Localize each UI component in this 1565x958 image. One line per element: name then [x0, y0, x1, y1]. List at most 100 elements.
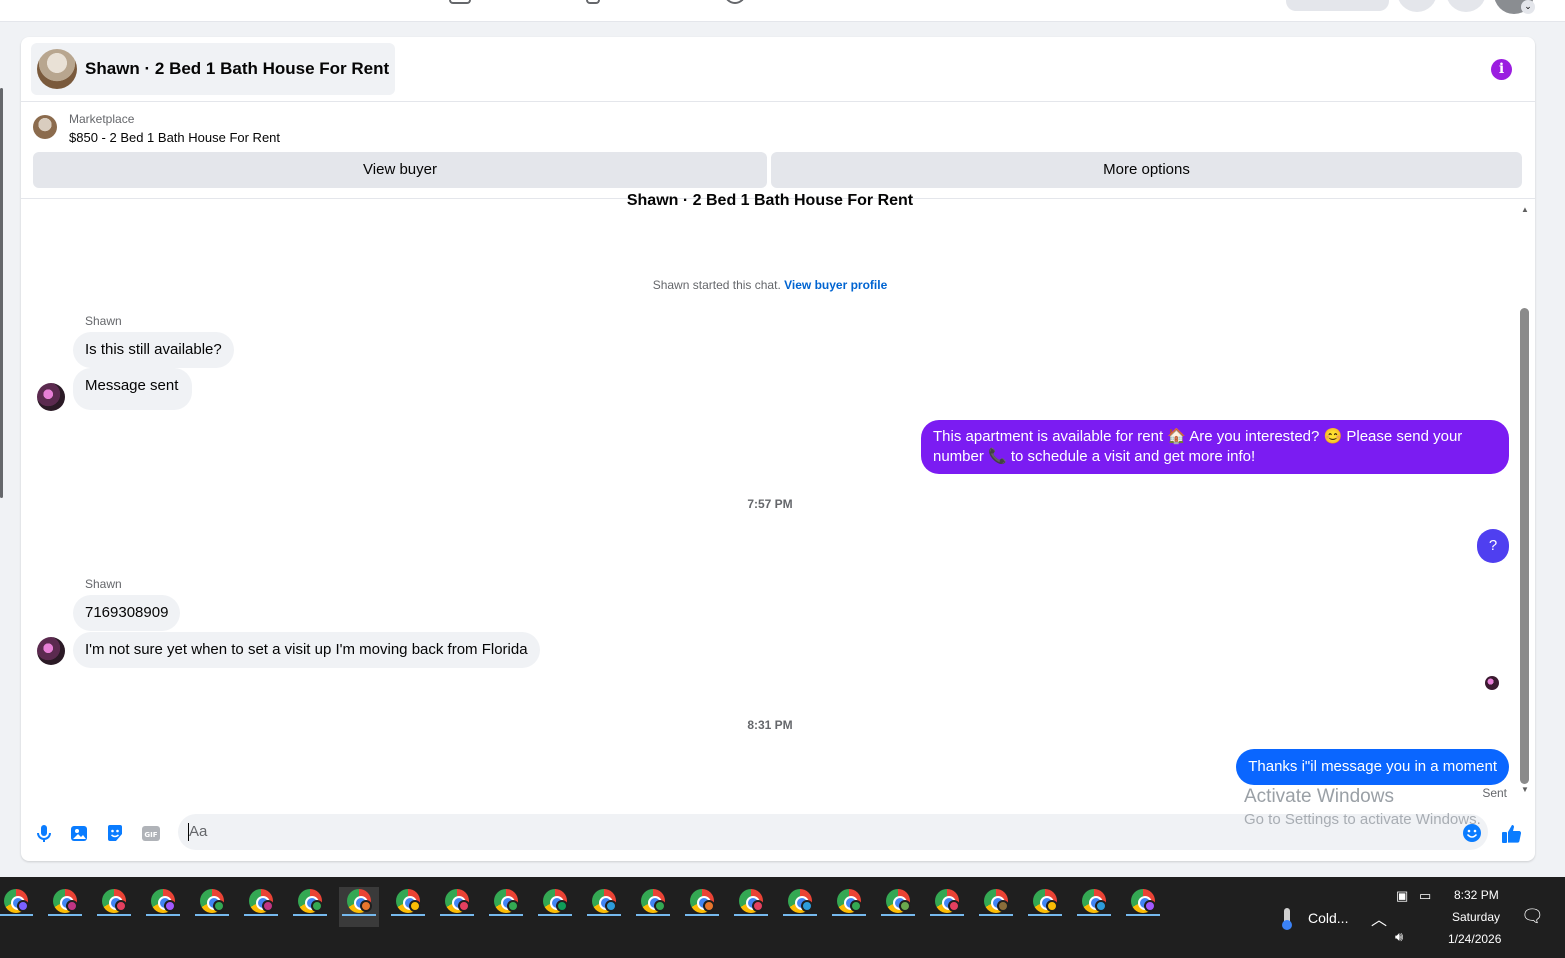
chrome-profile-taskbar-icon[interactable] — [437, 887, 477, 927]
chrome-profile-taskbar-icon[interactable] — [976, 887, 1016, 927]
running-indicator — [538, 914, 572, 916]
chrome-profile-taskbar-icon[interactable] — [682, 887, 722, 927]
clock-day[interactable]: Saturday — [1452, 910, 1500, 924]
listing-thumbnail — [37, 49, 77, 89]
incoming-message[interactable]: Message sent — [73, 368, 193, 410]
chrome-profile-taskbar-icon[interactable] — [878, 887, 918, 927]
like-icon[interactable] — [1501, 823, 1523, 845]
chrome-profile-taskbar-icon[interactable] — [1123, 887, 1163, 927]
incoming-message[interactable]: I'm not sure yet when to set a visit up … — [73, 632, 540, 668]
outgoing-message[interactable]: This apartment is available for rent 🏠 A… — [921, 420, 1509, 474]
info-icon[interactable]: i — [1491, 59, 1512, 80]
chrome-profile-taskbar-icon[interactable] — [731, 887, 771, 927]
running-indicator — [146, 914, 180, 916]
clock-time[interactable]: 8:32 PM — [1454, 888, 1499, 902]
chevron-down-icon[interactable]: ⌄ — [1521, 0, 1535, 14]
profile-badge-icon — [507, 900, 519, 912]
running-indicator — [195, 914, 229, 916]
profile-badge-icon — [66, 900, 78, 912]
microphone-icon[interactable] — [34, 823, 54, 843]
sender-avatar[interactable] — [37, 383, 65, 411]
profile-badge-icon — [1144, 900, 1156, 912]
scroll-up-arrow-icon[interactable]: ▲ — [1521, 205, 1529, 214]
chrome-profile-taskbar-icon[interactable] — [339, 887, 379, 927]
chrome-profile-taskbar-icon[interactable] — [1025, 887, 1065, 927]
profile-badge-icon — [458, 900, 470, 912]
running-indicator — [685, 914, 719, 916]
profile-badge-icon — [948, 900, 960, 912]
listing-thumbnail-small[interactable] — [33, 115, 57, 139]
outgoing-message[interactable]: ? — [1477, 529, 1509, 563]
profile-badge-icon — [213, 900, 225, 912]
find-friends-button[interactable] — [1286, 0, 1389, 11]
chrome-profile-taskbar-icon[interactable] — [486, 887, 526, 927]
running-indicator — [1126, 914, 1160, 916]
incoming-message[interactable]: 7169308909 — [73, 595, 181, 631]
more-options-button[interactable]: More options — [771, 152, 1522, 188]
running-indicator — [734, 914, 768, 916]
running-indicator — [97, 914, 131, 916]
running-indicator — [979, 914, 1013, 916]
menu-grid-icon[interactable] — [1397, 0, 1437, 12]
gif-icon[interactable]: GIF — [141, 823, 161, 843]
chrome-profile-taskbar-icon[interactable] — [780, 887, 820, 927]
running-indicator — [0, 914, 33, 916]
photo-icon[interactable] — [69, 823, 89, 843]
chrome-profile-taskbar-icon[interactable] — [1074, 887, 1114, 927]
profile-badge-icon — [899, 900, 911, 912]
svg-text:GIF: GIF — [144, 831, 157, 839]
thermometer-icon[interactable] — [1278, 906, 1296, 930]
chrome-profile-taskbar-icon[interactable] — [633, 887, 673, 927]
chat-started-notice: Shawn started this chat. View buyer prof… — [21, 278, 1519, 292]
running-indicator — [1028, 914, 1062, 916]
profile-badge-icon — [115, 900, 127, 912]
gaming-nav-icon[interactable] — [724, 0, 746, 4]
running-indicator — [391, 914, 425, 916]
clock-date[interactable]: 1/24/2026 — [1448, 932, 1501, 946]
chrome-profile-taskbar-icon[interactable] — [241, 887, 281, 927]
messenger-icon[interactable] — [1446, 0, 1486, 12]
chrome-profile-taskbar-icon[interactable] — [290, 887, 330, 927]
sender-avatar[interactable] — [37, 637, 65, 665]
chrome-profile-taskbar-icon[interactable] — [927, 887, 967, 927]
outgoing-message[interactable]: Thanks i"il message you in a moment — [1236, 749, 1509, 785]
volume-icon[interactable]: 🔊︎ — [1395, 929, 1403, 945]
marketplace-nav-icon[interactable] — [449, 0, 471, 4]
chrome-profile-taskbar-icon[interactable] — [535, 887, 575, 927]
weather-label[interactable]: Cold... — [1308, 910, 1348, 926]
running-indicator — [930, 914, 964, 916]
chrome-profile-taskbar-icon[interactable] — [192, 887, 232, 927]
view-buyer-profile-link[interactable]: View buyer profile — [784, 278, 887, 292]
activate-windows-watermark: Activate Windows — [1244, 786, 1394, 807]
listing-price-title[interactable]: $850 - 2 Bed 1 Bath House For Rent — [69, 130, 280, 145]
network-icon[interactable]: ▭ — [1419, 888, 1431, 904]
profile-badge-icon — [311, 900, 323, 912]
chrome-profile-taskbar-icon[interactable] — [143, 887, 183, 927]
running-indicator — [342, 914, 376, 916]
chrome-profile-taskbar-icon[interactable] — [45, 887, 85, 927]
sender-name: Shawn — [85, 314, 122, 328]
meet-now-icon[interactable]: ▣ — [1396, 888, 1408, 904]
scroll-down-arrow-icon[interactable]: ▼ — [1521, 785, 1529, 794]
chrome-profile-taskbar-icon[interactable] — [584, 887, 624, 927]
chrome-profile-taskbar-icon[interactable] — [0, 887, 36, 927]
incoming-message[interactable]: Is this still available? — [73, 332, 234, 368]
chrome-profile-taskbar-icon[interactable] — [94, 887, 134, 927]
running-indicator — [48, 914, 82, 916]
view-buyer-button[interactable]: View buyer — [33, 152, 767, 188]
chrome-profile-taskbar-icon[interactable] — [829, 887, 869, 927]
chrome-profile-taskbar-icon[interactable] — [388, 887, 428, 927]
chevron-up-icon[interactable]: ︿ — [1371, 906, 1387, 930]
chat-header: Shawn · 2 Bed 1 Bath House For Rent i — [21, 37, 1535, 102]
notification-center-icon[interactable]: 🗨︎ — [1521, 906, 1544, 927]
running-indicator — [636, 914, 670, 916]
sticker-icon[interactable] — [105, 823, 125, 843]
profile-badge-icon — [262, 900, 274, 912]
message-scrollbar[interactable]: ▲ ▼ — [1517, 200, 1533, 800]
message-timestamp: 8:31 PM — [747, 718, 793, 732]
message-list: Shawn · 2 Bed 1 Bath House For Rent Shaw… — [21, 192, 1535, 811]
groups-nav-icon[interactable] — [586, 0, 600, 4]
scrollbar-thumb[interactable] — [1520, 308, 1529, 784]
running-indicator — [440, 914, 474, 916]
conversation-title-button[interactable]: Shawn · 2 Bed 1 Bath House For Rent — [31, 43, 396, 95]
